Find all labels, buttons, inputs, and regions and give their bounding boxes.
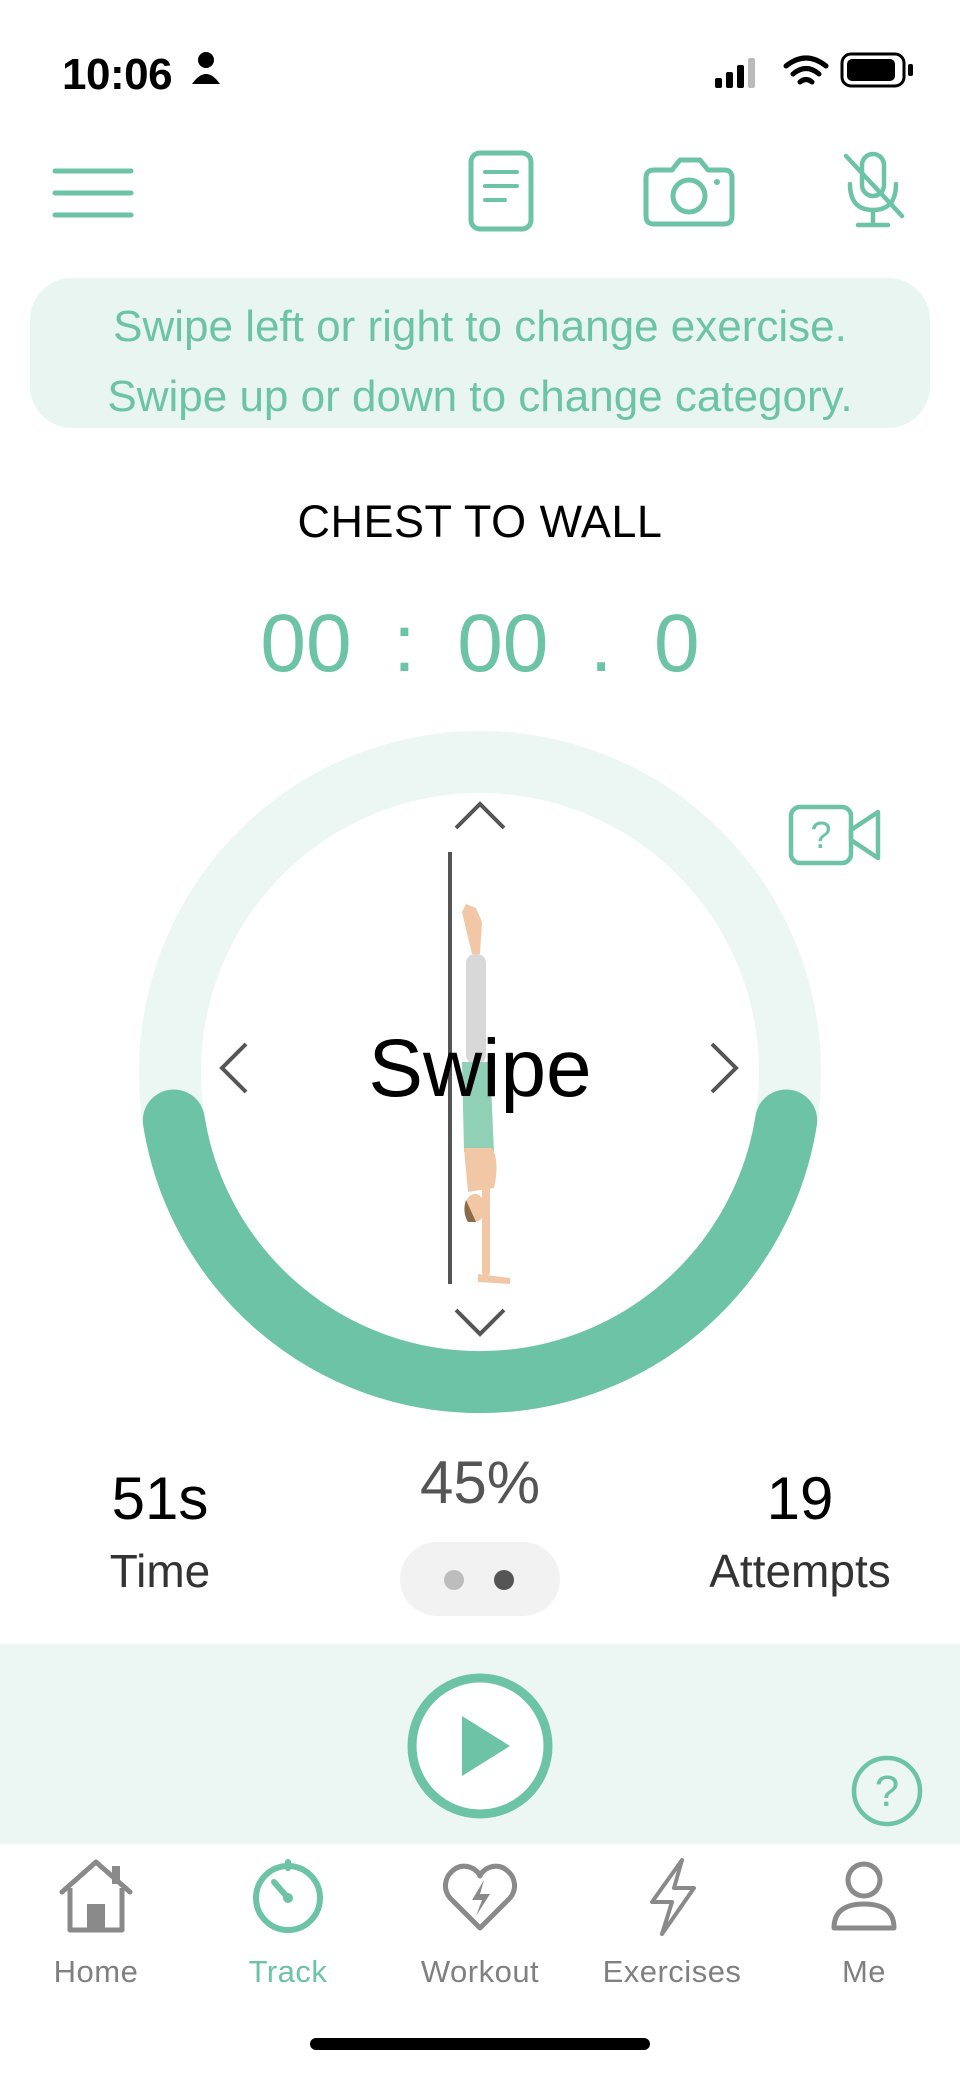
page-dot-active[interactable]	[494, 1570, 514, 1590]
tab-label: Track	[248, 1954, 328, 1989]
notes-icon[interactable]	[468, 150, 534, 232]
lightning-icon	[650, 1858, 696, 1936]
home-indicator	[310, 2038, 650, 2050]
timer-separator: :	[392, 598, 416, 689]
time-value: 51s	[111, 1465, 209, 1532]
swipe-hint-banner: Swipe left or right to change exercise. …	[30, 278, 930, 428]
hint-line-1: Swipe left or right to change exercise.	[113, 302, 847, 351]
dial-label: Swipe	[368, 1023, 592, 1114]
chevron-left-icon[interactable]	[219, 1042, 248, 1094]
battery-icon	[840, 52, 913, 88]
camera-icon[interactable]	[642, 156, 736, 228]
percent-value: 45%	[419, 1449, 541, 1516]
play-button[interactable]	[406, 1672, 554, 1820]
hamburger-menu-icon[interactable]	[52, 166, 134, 220]
signal-icon	[715, 58, 755, 88]
timer-tenths: 0	[654, 598, 700, 689]
wifi-icon	[783, 55, 829, 85]
tab-workout[interactable]: Workout	[384, 1844, 576, 2024]
chevron-down-icon[interactable]	[454, 1308, 506, 1337]
exercise-name: CHEST TO WALL	[297, 496, 663, 547]
time-label: Time	[109, 1545, 211, 1597]
heart-bolt-icon	[442, 1863, 518, 1931]
tab-track[interactable]: Track	[192, 1844, 384, 2024]
page-dot[interactable]	[444, 1570, 464, 1590]
attempts-value: 19	[766, 1465, 834, 1532]
timer-separator: .	[589, 598, 613, 689]
microphone-muted-icon[interactable]	[842, 150, 906, 230]
stopwatch-icon	[253, 1859, 323, 1933]
page-indicator[interactable]	[400, 1542, 560, 1616]
person-icon	[192, 52, 220, 84]
tab-me[interactable]: Me	[768, 1844, 960, 2024]
timer-seconds: 00	[457, 598, 549, 689]
tab-label: Home	[53, 1954, 139, 1989]
chevron-right-icon[interactable]	[710, 1042, 739, 1094]
timer-minutes: 00	[260, 598, 352, 689]
tab-exercises[interactable]: Exercises	[576, 1844, 768, 2024]
timer-display: 00 : 00 . 0	[0, 597, 960, 691]
svg-text:?: ?	[810, 815, 831, 857]
hint-line-2: Swipe up or down to change category.	[107, 372, 853, 421]
tab-home[interactable]: Home	[0, 1844, 192, 2024]
svg-text:?: ?	[875, 1767, 899, 1816]
person-icon	[831, 1861, 897, 1931]
status-icons	[192, 52, 913, 88]
home-icon	[59, 1859, 133, 1933]
attempts-label: Attempts	[709, 1545, 891, 1597]
video-help-icon[interactable]: ?	[788, 804, 882, 866]
help-icon[interactable]: ?	[850, 1754, 924, 1828]
tab-label: Me	[841, 1954, 887, 1989]
tab-label: Workout	[420, 1954, 540, 1989]
chevron-up-icon[interactable]	[454, 801, 506, 830]
tab-label: Exercises	[602, 1954, 742, 1989]
